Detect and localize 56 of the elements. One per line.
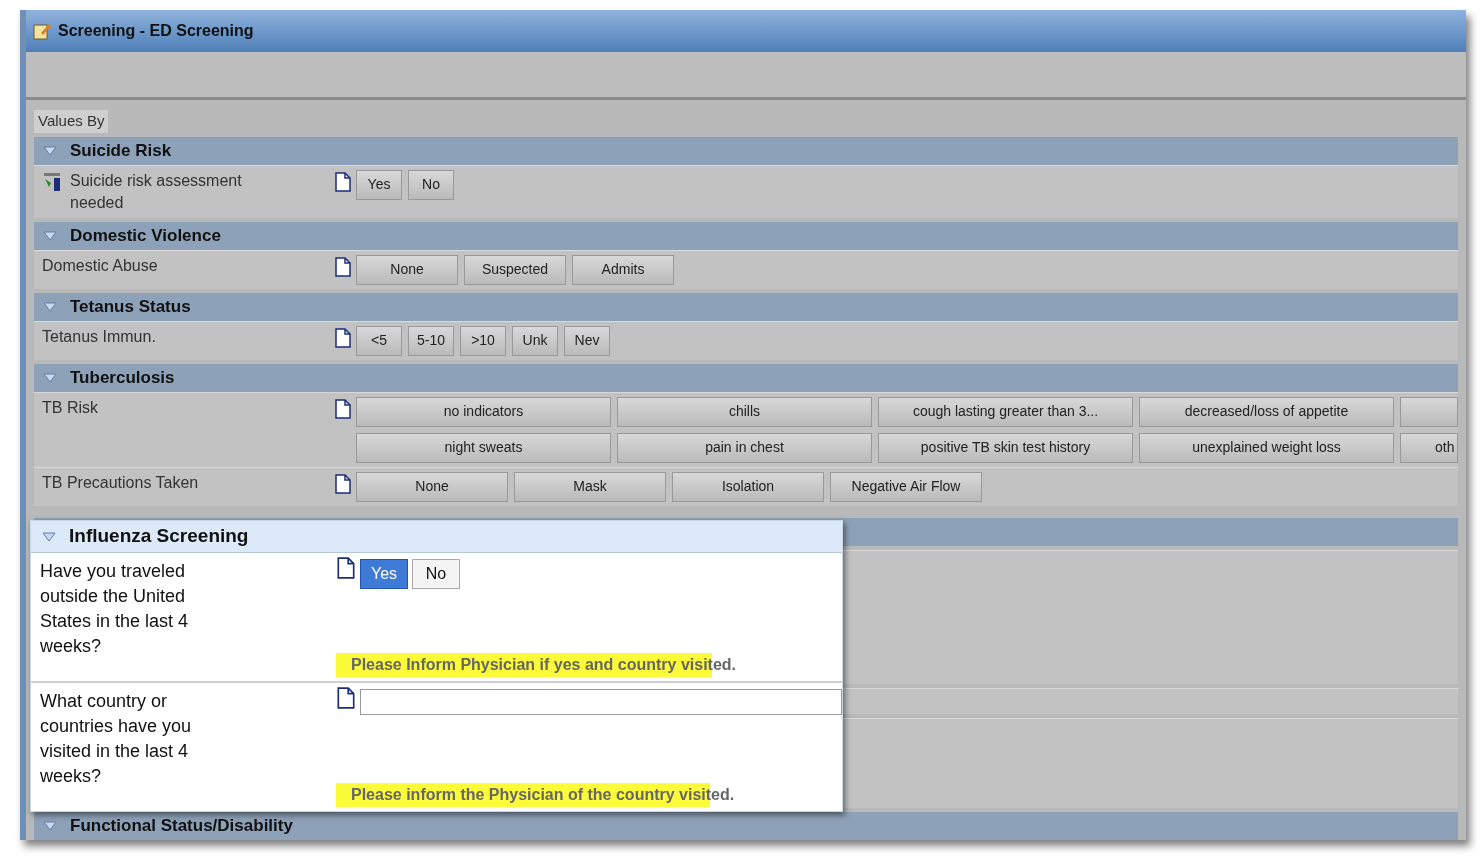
- note-icon[interactable]: [334, 398, 352, 419]
- question-label: What country or countries have you visited in the last 4 weeks?: [40, 690, 193, 788]
- option-button[interactable]: Admits: [572, 254, 674, 285]
- field-label: TB Risk: [42, 397, 99, 418]
- section-header[interactable]: Influenza Screening: [31, 521, 842, 553]
- option-button[interactable]: no indicators: [356, 396, 611, 427]
- option-button[interactable]: Negative Air Flow: [830, 471, 982, 502]
- option-button[interactable]: 5-10: [408, 325, 454, 356]
- section-header[interactable]: Functional Status/Disability: [34, 811, 1458, 840]
- collapse-triangle-icon[interactable]: [42, 229, 58, 242]
- section-header[interactable]: Suicide Risk: [34, 136, 1458, 165]
- country-input[interactable]: [360, 689, 842, 715]
- option-button[interactable]: cough lasting greater than 3...: [878, 396, 1133, 427]
- window-title: Screening - ED Screening: [58, 21, 254, 41]
- collapse-triangle-icon[interactable]: [41, 530, 57, 543]
- option-button[interactable]: pain in chest: [617, 432, 872, 463]
- option-button[interactable]: None: [356, 254, 458, 285]
- note-icon[interactable]: [334, 327, 352, 348]
- field-label: Tetanus Immun.: [42, 326, 157, 347]
- option-button[interactable]: No: [412, 559, 460, 589]
- section-header[interactable]: Tetanus Status: [34, 292, 1458, 321]
- field-label: TB Precautions Taken: [42, 472, 200, 493]
- note-icon[interactable]: [336, 557, 356, 579]
- option-button[interactable]: Isolation: [672, 471, 824, 502]
- field-label: Domestic Abuse: [42, 255, 159, 276]
- option-button[interactable]: [1400, 396, 1458, 427]
- collapse-triangle-icon[interactable]: [42, 819, 58, 832]
- field-label: Suicide risk assessment needed: [70, 170, 243, 213]
- option-button[interactable]: Unk: [512, 325, 558, 356]
- option-button[interactable]: Nev: [564, 325, 610, 356]
- option-button[interactable]: <5: [356, 325, 402, 356]
- collapse-triangle-icon[interactable]: [42, 144, 58, 157]
- section-header[interactable]: Tuberculosis: [34, 363, 1458, 392]
- collapse-triangle-icon[interactable]: [42, 300, 58, 313]
- note-icon[interactable]: [334, 256, 352, 277]
- option-button[interactable]: chills: [617, 396, 872, 427]
- notepad-icon: [32, 21, 52, 41]
- option-button[interactable]: >10: [460, 325, 506, 356]
- option-button[interactable]: positive TB skin test history: [878, 432, 1133, 463]
- option-button[interactable]: oth: [1400, 432, 1458, 463]
- option-button[interactable]: None: [356, 471, 508, 502]
- option-button[interactable]: unexplained weight loss: [1139, 432, 1394, 463]
- option-button[interactable]: No: [408, 169, 454, 200]
- note-icon[interactable]: [336, 687, 356, 709]
- option-button[interactable]: Suspected: [464, 254, 566, 285]
- values-by-label: Values By: [34, 110, 109, 133]
- option-button[interactable]: night sweats: [356, 432, 611, 463]
- question-label: Have you traveled outside the United States in the last 4 weeks?: [40, 560, 190, 658]
- section-header[interactable]: Domestic Violence: [34, 221, 1458, 250]
- note-icon[interactable]: [334, 171, 352, 192]
- option-button[interactable]: Yes: [360, 559, 408, 589]
- collapse-triangle-icon[interactable]: [42, 371, 58, 384]
- option-button[interactable]: Mask: [514, 471, 666, 502]
- note-icon[interactable]: [334, 473, 352, 494]
- option-button[interactable]: decreased/loss of appetite: [1139, 396, 1394, 427]
- option-button[interactable]: Yes: [356, 169, 402, 200]
